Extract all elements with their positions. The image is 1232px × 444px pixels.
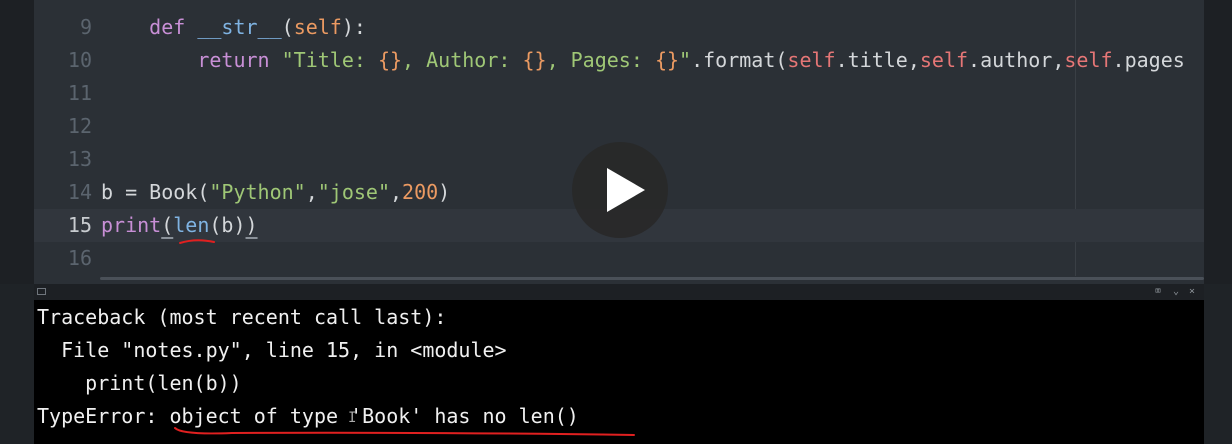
code-text[interactable]: b = Book("Python","jose",200) (101, 176, 450, 209)
line-number: 16 (67, 246, 92, 270)
code-token: ( (281, 15, 294, 39)
code-line[interactable]: 9 def __str__(self): (34, 11, 1204, 44)
code-token: , (390, 180, 403, 204)
code-token: {} (522, 48, 547, 72)
code-token: .format( (691, 48, 788, 72)
play-icon (607, 168, 645, 212)
line-number: 14 (67, 180, 92, 204)
code-token: print (101, 213, 162, 237)
code-token: .pages (1112, 48, 1185, 72)
code-token: 200 (402, 180, 439, 204)
traceback-code-line: print(len(b)) (37, 371, 242, 395)
code-token: self (787, 48, 836, 72)
code-token: {} (654, 48, 680, 72)
code-token: " (679, 48, 692, 72)
traceback-line: Traceback (most recent call last): (37, 305, 447, 329)
panel-icon (37, 288, 46, 295)
code-token: ): (341, 15, 366, 39)
code-token: .author, (968, 48, 1065, 72)
code-token: "Python" (209, 180, 306, 204)
code-line[interactable]: 10 return "Title: {}, Author: {}, Pages:… (34, 44, 1204, 77)
code-token: __str__ (197, 15, 282, 39)
line-number: 12 (67, 114, 92, 138)
line-number: 10 (67, 48, 92, 72)
code-token: b = Book( (101, 180, 210, 204)
code-token: ) (245, 213, 258, 237)
code-text[interactable]: def __str__(self): (101, 11, 366, 44)
red-underline-annotation-len (179, 239, 215, 244)
code-token: "jose" (317, 180, 390, 204)
panel-collapse-icon[interactable]: ⌄ (1173, 286, 1179, 298)
code-token: ( (161, 213, 174, 237)
code-line[interactable]: 12 (34, 110, 1204, 143)
code-token: len (173, 213, 210, 237)
line-number: 11 (67, 81, 92, 105)
red-underline-annotation-error (174, 427, 635, 436)
code-token: (b) (209, 213, 246, 237)
code-token: self (1064, 48, 1113, 72)
code-line[interactable]: 11 (34, 77, 1204, 110)
horizontal-scrollbar[interactable] (100, 277, 1204, 280)
code-token: self (293, 15, 342, 39)
editor-left-margin (0, 0, 34, 284)
code-token: def (149, 15, 186, 39)
video-play-button[interactable] (572, 142, 668, 238)
line-number: 15 (67, 213, 92, 237)
output-console: Traceback (most recent call last): File … (34, 300, 1204, 444)
code-token: ) (438, 180, 451, 204)
line-number: 13 (67, 147, 92, 171)
code-token: .title, (835, 48, 920, 72)
panel-close-icon[interactable]: × (1189, 286, 1195, 298)
code-token: "Title: (281, 48, 378, 72)
code-token: {} (377, 48, 403, 72)
code-token: return (197, 48, 270, 72)
code-token: , Author: (402, 48, 523, 72)
editor-scrollbar-track[interactable] (1204, 0, 1232, 284)
panel-maximize-icon[interactable]: ⌧ (1155, 286, 1161, 298)
code-token: self (919, 48, 969, 72)
traceback-file-line: File "notes.py", line 15, in <module> (37, 338, 507, 362)
output-panel-header: ⌧ ⌄ × (34, 284, 1204, 300)
text-cursor-icon: I (348, 410, 357, 426)
code-token: , (305, 180, 318, 204)
code-token: , Pages: (546, 48, 655, 72)
line-number: 9 (79, 15, 92, 39)
code-text[interactable]: return "Title: {}, Author: {}, Pages: {}… (101, 44, 1185, 77)
